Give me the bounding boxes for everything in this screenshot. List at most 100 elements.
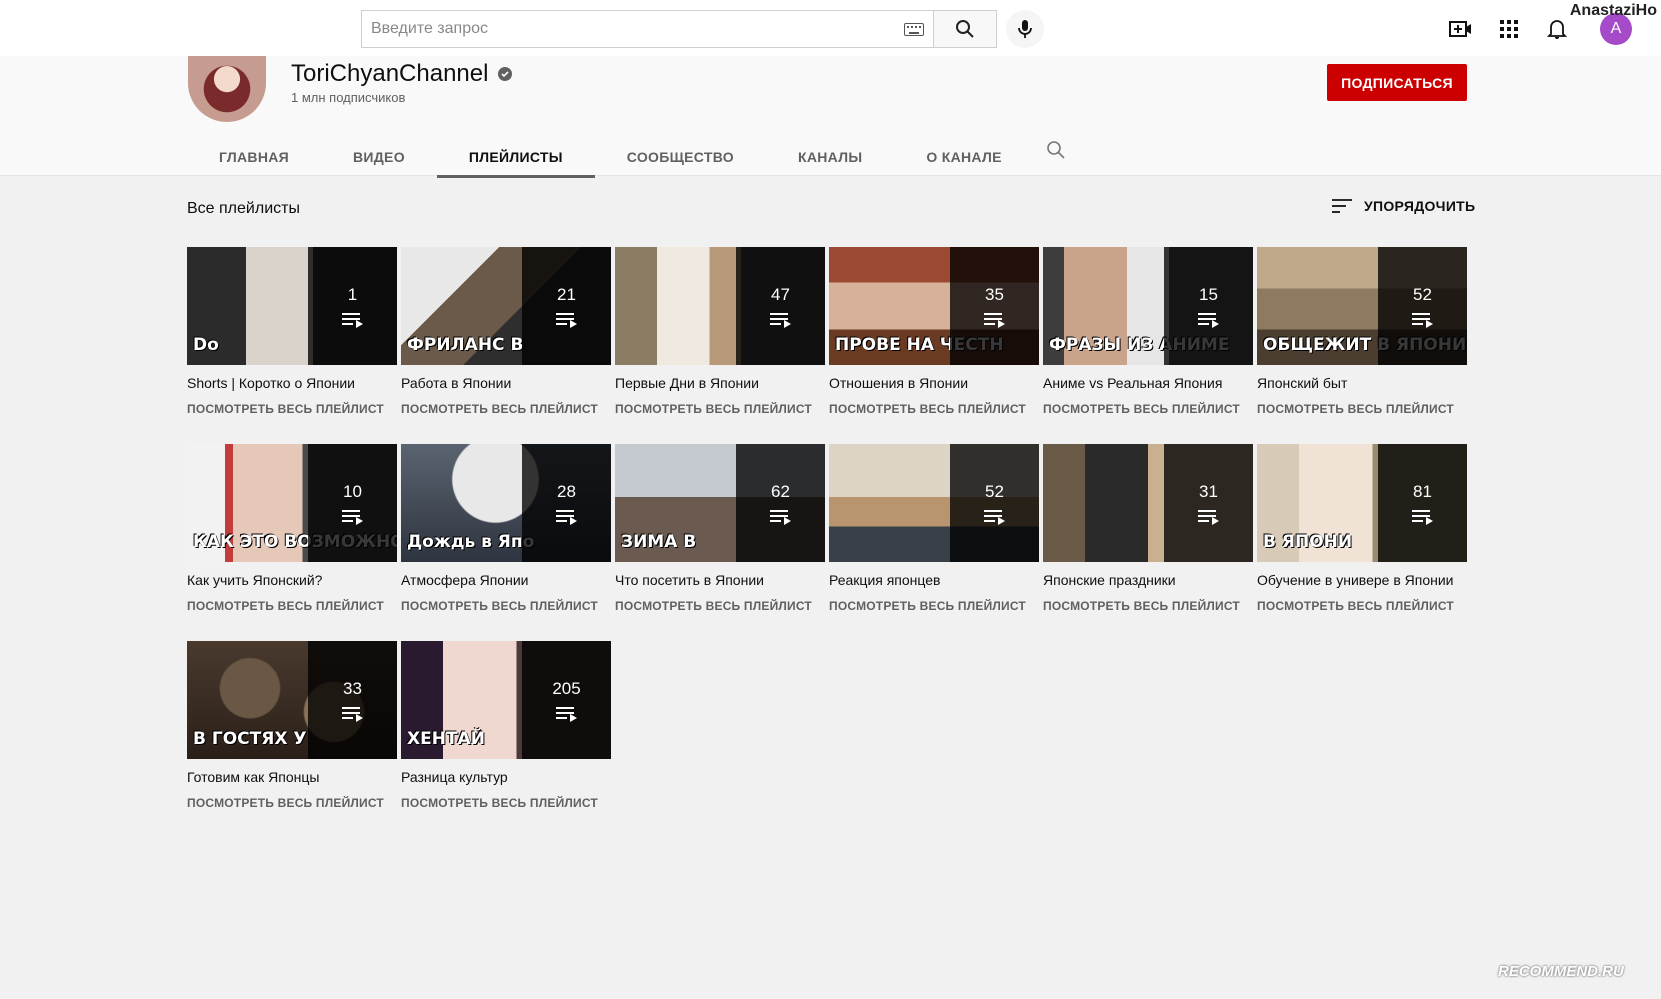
keyboard-icon[interactable] xyxy=(904,23,924,36)
playlist-title[interactable]: Готовим как Японцы xyxy=(187,769,397,785)
playlist-icon xyxy=(555,313,578,328)
playlist-thumbnail[interactable]: 52 xyxy=(829,444,1039,562)
microphone-icon xyxy=(1018,20,1032,38)
search-box[interactable] xyxy=(361,10,934,48)
playlist-thumbnail[interactable]: ФРИЛАНС В 21 xyxy=(401,247,611,365)
playlist-thumbnail[interactable]: ХЕНТАЙ 205 xyxy=(401,641,611,759)
playlist-title[interactable]: Отношения в Японии xyxy=(829,375,1039,391)
playlist-title[interactable]: Разница культур xyxy=(401,769,611,785)
video-count: 205 xyxy=(552,679,581,698)
playlist-icon xyxy=(1411,510,1434,525)
create-video-button[interactable] xyxy=(1448,16,1474,42)
view-full-playlist-link[interactable]: ПОСМОТРЕТЬ ВЕСЬ ПЛЕЙЛИСТ xyxy=(1043,402,1253,416)
view-full-playlist-link[interactable]: ПОСМОТРЕТЬ ВЕСЬ ПЛЕЙЛИСТ xyxy=(1043,599,1253,613)
channel-search-button[interactable] xyxy=(1046,140,1070,164)
view-full-playlist-link[interactable]: ПОСМОТРЕТЬ ВЕСЬ ПЛЕЙЛИСТ xyxy=(187,599,397,613)
notifications-button[interactable] xyxy=(1544,16,1570,42)
thumbnail-caption: ХЕНТАЙ xyxy=(407,729,485,750)
playlist-icon xyxy=(341,313,364,328)
playlist-thumbnail[interactable]: В ГОСТЯХ У 33 xyxy=(187,641,397,759)
apps-grid-icon xyxy=(1500,20,1518,38)
playlist-thumbnail[interactable]: КАК ЭТО ВОЗМОЖНО 10 xyxy=(187,444,397,562)
view-full-playlist-link[interactable]: ПОСМОТРЕТЬ ВЕСЬ ПЛЕЙЛИСТ xyxy=(1257,599,1467,613)
playlist-thumbnail[interactable]: Дождь в Япо 28 xyxy=(401,444,611,562)
view-full-playlist-link[interactable]: ПОСМОТРЕТЬ ВЕСЬ ПЛЕЙЛИСТ xyxy=(829,402,1039,416)
sort-icon xyxy=(1332,199,1352,213)
playlist-card: КАК ЭТО ВОЗМОЖНО 10 Как учить Японский? ПОС… xyxy=(187,444,397,631)
playlist-card: 31 Японские праздники ПОСМОТРЕТЬ ВЕСЬ ПЛЕЙ… xyxy=(1043,444,1253,631)
channel-tabs: ГЛАВНАЯ ВИДЕО ПЛЕЙЛИСТЫ СООБЩЕСТВО КАНАЛ… xyxy=(187,136,1034,178)
view-full-playlist-link[interactable]: ПОСМОТРЕТЬ ВЕСЬ ПЛЕЙЛИСТ xyxy=(615,402,825,416)
video-count: 28 xyxy=(557,482,576,501)
thumbnail-caption: Do xyxy=(193,335,219,356)
playlist-icon xyxy=(769,510,792,525)
playlist-title[interactable]: Обучение в универе в Японии xyxy=(1257,572,1467,588)
tab-playlists[interactable]: ПЛЕЙЛИСТЫ xyxy=(436,136,595,178)
playlist-title[interactable]: Как учить Японский? xyxy=(187,572,397,588)
playlist-thumbnail[interactable]: ФРАЗЫ ИЗ АНИМЕ 15 xyxy=(1043,247,1253,365)
sort-button[interactable]: УПОРЯДОЧИТЬ xyxy=(1332,198,1475,214)
view-full-playlist-link[interactable]: ПОСМОТРЕТЬ ВЕСЬ ПЛЕЙЛИСТ xyxy=(1257,402,1467,416)
thumbnail-caption: ФРИЛАНС В xyxy=(407,335,524,356)
playlist-count-overlay: 81 xyxy=(1378,444,1467,562)
apps-button[interactable] xyxy=(1496,16,1522,42)
playlist-card: В ЯПОНИ 81 Обучение в универе в Японии ПОСМ… xyxy=(1257,444,1467,631)
tab-about[interactable]: О КАНАЛЕ xyxy=(894,136,1033,178)
video-count: 33 xyxy=(343,679,362,698)
playlist-count-overlay: 47 xyxy=(736,247,825,365)
playlist-title[interactable]: Реакция японцев xyxy=(829,572,1039,588)
playlist-card: Do 1 Shorts | Коротко о Японии ПОСМОТРЕТЬ В… xyxy=(187,247,397,434)
playlist-title[interactable]: Атмосфера Японии xyxy=(401,572,611,588)
view-full-playlist-link[interactable]: ПОСМОТРЕТЬ ВЕСЬ ПЛЕЙЛИСТ xyxy=(829,599,1039,613)
playlist-thumbnail[interactable]: ОБЩЕЖИТ В ЯПОНИ 52 xyxy=(1257,247,1467,365)
thumbnail-caption: Дождь в Япо xyxy=(407,532,535,553)
channel-avatar[interactable] xyxy=(188,56,266,122)
playlist-title[interactable]: Работа в Японии xyxy=(401,375,611,391)
playlist-title[interactable]: Что посетить в Японии xyxy=(615,572,825,588)
playlist-thumbnail[interactable]: 47 xyxy=(615,247,825,365)
section-title[interactable]: Все плейлисты xyxy=(187,200,300,218)
search-button[interactable] xyxy=(933,10,997,48)
tab-home[interactable]: ГЛАВНАЯ xyxy=(187,136,321,178)
playlist-thumbnail[interactable]: ПРОВЕ НА ЧЕСТН 35 xyxy=(829,247,1039,365)
view-full-playlist-link[interactable]: ПОСМОТРЕТЬ ВЕСЬ ПЛЕЙЛИСТ xyxy=(401,599,611,613)
playlist-card: 52 Реакция японцев ПОСМОТРЕТЬ ВЕСЬ ПЛЕЙЛИС… xyxy=(829,444,1039,631)
playlist-icon xyxy=(983,313,1006,328)
subscribe-button[interactable]: ПОДПИСАТЬСЯ xyxy=(1327,64,1467,101)
tab-videos[interactable]: ВИДЕО xyxy=(321,136,437,178)
video-count: 81 xyxy=(1413,482,1432,501)
playlist-thumbnail[interactable]: Do 1 xyxy=(187,247,397,365)
username-watermark: AnastaziHo xyxy=(1569,2,1657,19)
video-count: 21 xyxy=(557,285,576,304)
playlist-title[interactable]: Японские праздники xyxy=(1043,572,1253,588)
view-full-playlist-link[interactable]: ПОСМОТРЕТЬ ВЕСЬ ПЛЕЙЛИСТ xyxy=(187,796,397,810)
view-full-playlist-link[interactable]: ПОСМОТРЕТЬ ВЕСЬ ПЛЕЙЛИСТ xyxy=(401,796,611,810)
voice-search-button[interactable] xyxy=(1006,10,1044,48)
subscriber-count: 1 млн подписчиков xyxy=(291,90,406,105)
tab-channels[interactable]: КАНАЛЫ xyxy=(766,136,894,178)
create-video-icon xyxy=(1449,21,1471,37)
playlist-title[interactable]: Shorts | Коротко о Японии xyxy=(187,375,397,391)
video-count: 47 xyxy=(771,285,790,304)
playlist-thumbnail[interactable]: В ЯПОНИ 81 xyxy=(1257,444,1467,562)
view-full-playlist-link[interactable]: ПОСМОТРЕТЬ ВЕСЬ ПЛЕЙЛИСТ xyxy=(187,402,397,416)
bell-icon xyxy=(1547,20,1567,39)
playlist-title[interactable]: Первые Дни в Японии xyxy=(615,375,825,391)
video-count: 62 xyxy=(771,482,790,501)
playlist-title[interactable]: Японский быт xyxy=(1257,375,1467,391)
playlist-count-overlay: 1 xyxy=(308,247,397,365)
thumbnail-caption: В ЯПОНИ xyxy=(1263,532,1353,553)
playlist-thumbnail[interactable]: 31 xyxy=(1043,444,1253,562)
view-full-playlist-link[interactable]: ПОСМОТРЕТЬ ВЕСЬ ПЛЕЙЛИСТ xyxy=(401,402,611,416)
playlist-icon xyxy=(1411,313,1434,328)
playlist-title[interactable]: Аниме vs Реальная Япония xyxy=(1043,375,1253,391)
playlist-count-overlay: 52 xyxy=(950,444,1039,562)
search-input[interactable] xyxy=(362,11,882,47)
playlist-icon xyxy=(555,510,578,525)
video-count: 35 xyxy=(985,285,1004,304)
playlist-count-overlay: 52 xyxy=(1378,247,1467,365)
tab-community[interactable]: СООБЩЕСТВО xyxy=(595,136,766,178)
playlist-thumbnail[interactable]: ЗИМА В 62 xyxy=(615,444,825,562)
view-full-playlist-link[interactable]: ПОСМОТРЕТЬ ВЕСЬ ПЛЕЙЛИСТ xyxy=(615,599,825,613)
playlist-icon xyxy=(341,707,364,722)
